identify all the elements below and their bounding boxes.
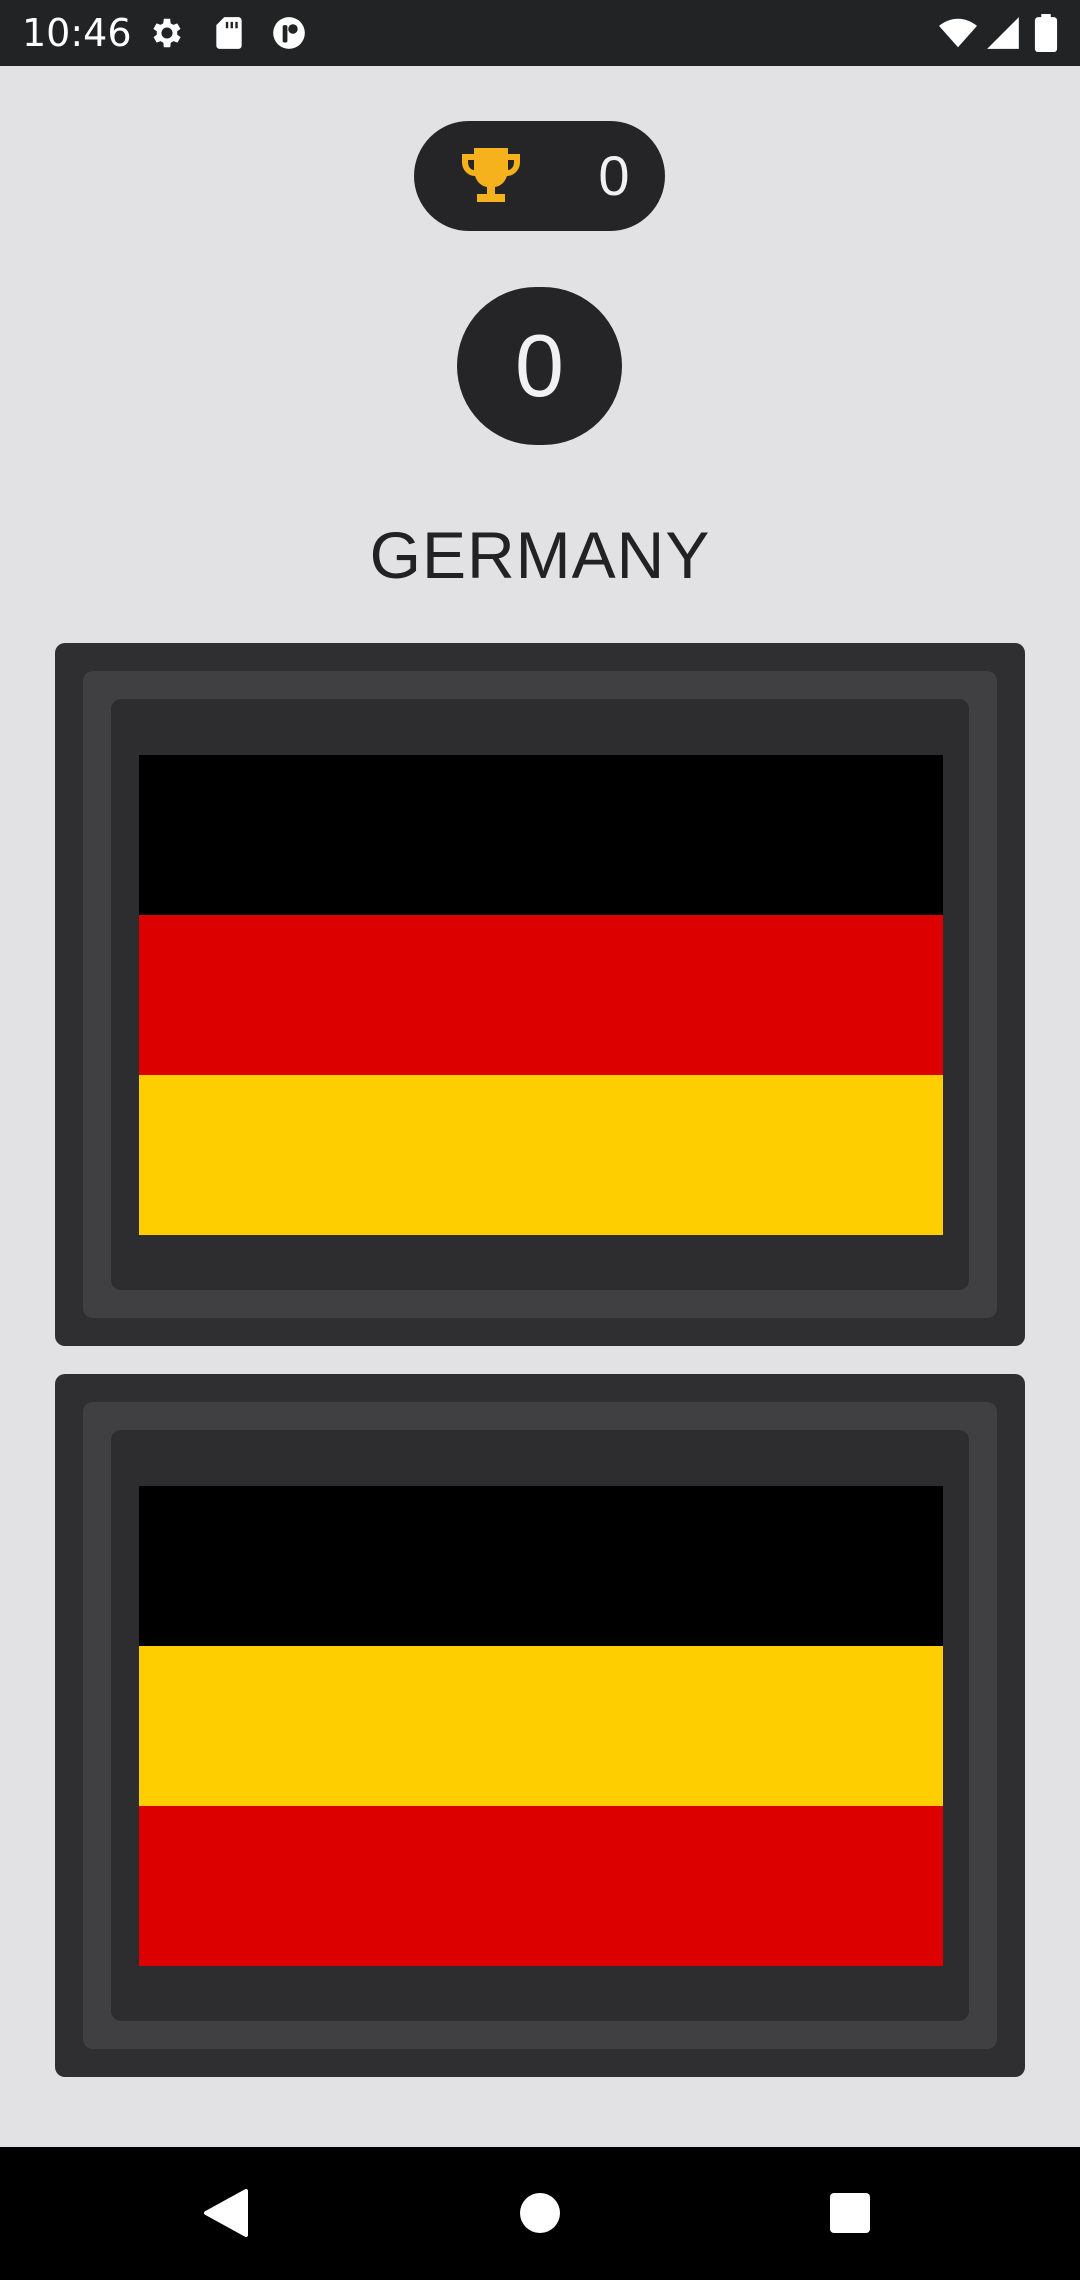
trophy-icon [462,148,520,202]
sd-card-icon [216,17,242,49]
flag-stripe-middle [139,1646,943,1806]
battery-icon [1034,14,1058,52]
flag-option-1[interactable] [55,643,1025,1346]
signal-icon [987,17,1019,49]
current-score: 0 [457,287,622,445]
flag-image [139,1486,943,1966]
status-time: 10:46 [22,11,132,55]
recents-icon[interactable] [814,2177,886,2249]
flag-stripe-middle [139,915,943,1075]
gear-icon [153,18,181,48]
home-icon[interactable] [504,2177,576,2249]
navigation-bar [0,2147,1080,2280]
app-notification-icon [273,17,305,49]
status-bar: 10:46 [0,0,1080,66]
best-score-pill: 0 [414,121,665,231]
flag-card-inner [111,699,969,1290]
flag-image [139,755,943,1235]
back-icon[interactable] [190,2177,262,2249]
best-score-value: 0 [598,144,630,207]
flag-stripe-top [139,1486,943,1646]
flag-stripe-bottom [139,1806,943,1966]
app-screen: 10:46 0 0 GERMANY [0,0,1080,2280]
flag-stripe-bottom [139,1075,943,1235]
flag-stripe-top [139,755,943,915]
flag-card-frame [83,671,997,1318]
flag-option-2[interactable] [55,1374,1025,2077]
wifi-icon [939,18,977,48]
flag-card-frame [83,1402,997,2049]
country-name: GERMANY [369,518,711,592]
flag-card-inner [111,1430,969,2021]
